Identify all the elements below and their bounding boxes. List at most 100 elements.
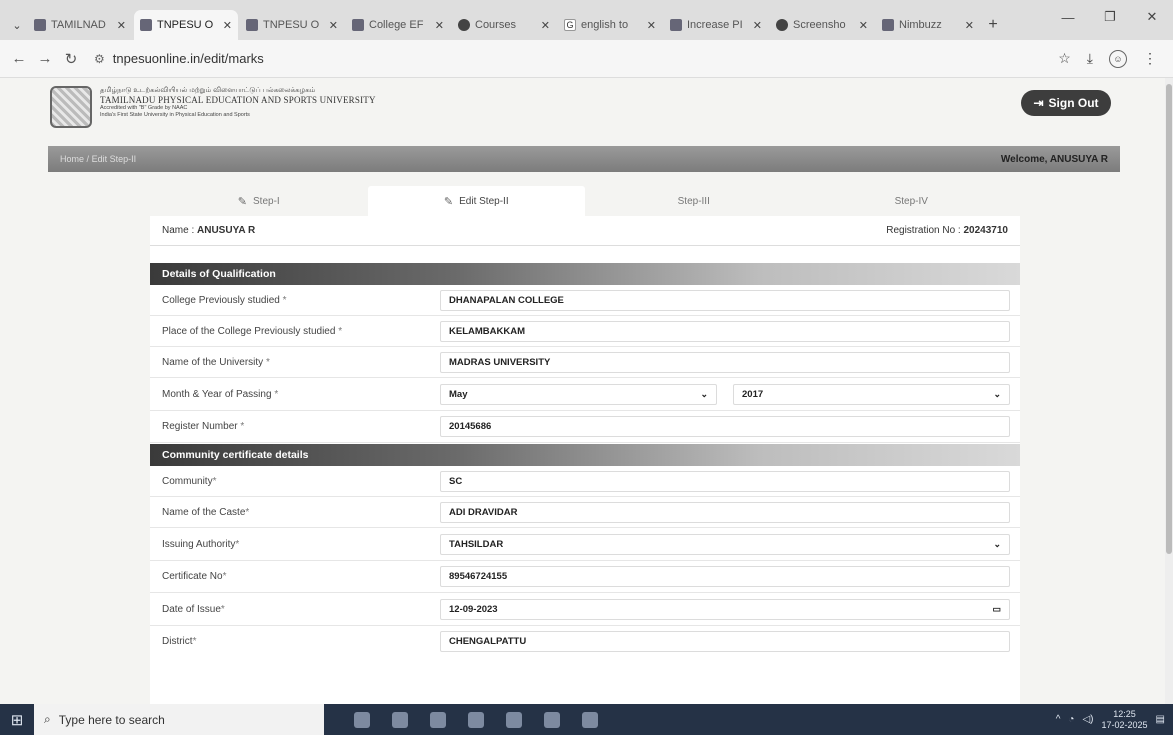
form-row: College Previously studied * DHANAPALAN … [150,285,1020,316]
university-logo [50,86,92,128]
issuing-authority-select[interactable]: TAHSILDAR ⌄ [440,533,1010,555]
address-bar[interactable]: ⚙ tnpesuonline.in/edit/marks [94,51,1058,66]
close-tab-icon[interactable]: ✕ [223,19,232,32]
new-tab-icon[interactable]: + [982,10,1004,40]
close-tab-icon[interactable]: ✕ [859,19,868,32]
page-scrollbar[interactable] [1165,78,1173,704]
certificate-no-input[interactable]: 89546724155 [440,566,1010,587]
passing-label: Month & Year of Passing [162,388,272,400]
network-icon[interactable]: ◔ [1068,714,1074,725]
breadcrumb: Home / Edit Step-II Welcome, ANUSUYA R [48,146,1120,172]
calendar-icon[interactable]: ▭ [992,604,1001,615]
step-tabs: ✎ Step-I ✎ Edit Step-II Step-III Step-IV [150,186,1020,216]
form-row: Register Number * 20145686 [150,411,1020,443]
browser-tab[interactable]: Courses ✕ [452,10,556,40]
date-of-issue-input[interactable]: 12-09-2023 ▭ [440,598,1010,620]
browser-tab[interactable]: TNPESU O ✕ [240,10,344,40]
volume-icon[interactable]: ◁) [1082,714,1093,725]
community-input[interactable]: SC [440,470,1010,492]
close-tab-icon[interactable]: ✕ [329,19,338,32]
browser-menu-icon[interactable]: ⋮ [1143,50,1157,68]
month-select[interactable]: May ⌄ [440,383,717,405]
tray-chevron-icon[interactable]: ^ [1056,714,1061,725]
close-tab-icon[interactable]: ✕ [541,19,550,32]
close-tab-icon[interactable]: ✕ [965,19,974,32]
tab-step-1[interactable]: ✎ Step-I [150,186,368,216]
browser-tab[interactable]: Genglish to ✕ [558,10,662,40]
close-tab-icon[interactable]: ✕ [647,19,656,32]
browser-toolbar: ← → ↻ ⚙ tnpesuonline.in/edit/marks ☆ ⤓ ☺… [0,40,1173,78]
tab-search-icon[interactable]: ⌄ [6,10,28,40]
system-tray: ^ ◔ ◁) 12:25 17-02-2025 ▤ [1056,704,1165,735]
breadcrumb-current: Edit Step-II [91,154,137,164]
excel-icon[interactable] [506,711,522,728]
edge-browser-icon[interactable] [354,711,370,728]
close-tab-icon[interactable]: ✕ [435,19,444,32]
browser-tab[interactable]: Screensho ✕ [770,10,874,40]
caste-input[interactable]: ADI DRAVIDAR [440,501,1010,523]
form-row: Certificate No* 89546724155 [150,561,1020,593]
sign-out-button[interactable]: ⇥ Sign Out [1021,90,1111,116]
minimize-icon[interactable]: — [1047,0,1089,34]
certificate-no-label: Certificate No [162,571,223,582]
site-favicon-icon [246,19,258,31]
community-section-title: Community certificate details [150,444,1020,466]
scrollbar-thumb[interactable] [1166,84,1172,554]
close-tab-icon[interactable]: ✕ [753,19,762,32]
reload-icon[interactable]: ↻ [58,50,84,68]
bookmark-star-icon[interactable]: ☆ [1058,50,1071,68]
site-favicon-icon [352,19,364,31]
close-window-icon[interactable]: ✕ [1131,0,1173,34]
issuing-authority-label: Issuing Authority [162,538,236,550]
date-of-issue-label: Date of Issue [162,603,221,615]
site-info-icon[interactable]: ⚙ [94,52,105,66]
screen: ⌄ TAMILNAD ✕ TNPESU O ✕ TNPESU O ✕ College … [0,0,1173,735]
file-explorer-icon[interactable] [392,711,408,728]
district-input[interactable]: CHENGALPATTU [440,631,1010,652]
download-icon[interactable]: ⤓ [1087,50,1093,68]
taskbar-apps [354,711,598,728]
tab-step-3[interactable]: Step-III [585,186,803,216]
breadcrumb-home-link[interactable]: Home [60,154,84,164]
college-input[interactable]: DHANAPALAN COLLEGE [440,289,1010,311]
year-select[interactable]: 2017 ⌄ [733,383,1010,405]
windows-start-icon[interactable]: ⊞ [0,704,34,735]
site-favicon-icon [882,19,894,31]
app-icon[interactable] [430,711,446,728]
university-name: TAMILNADU PHYSICAL EDUCATION AND SPORTS … [100,95,376,106]
chrome-icon[interactable] [468,711,484,728]
taskbar-search-box[interactable]: ⌕ Type here to search [34,704,324,735]
restore-icon[interactable]: ❐ [1089,0,1131,34]
form-row: Month & Year of Passing * May ⌄ 2017 ⌄ [150,378,1020,411]
word-icon[interactable] [582,711,598,728]
app-icon[interactable] [544,711,560,728]
site-favicon-icon [34,19,46,31]
tab-edit-step-2[interactable]: ✎ Edit Step-II [367,186,585,216]
forward-icon[interactable]: → [32,50,58,67]
notifications-icon[interactable]: ▤ [1156,714,1165,725]
caste-label: Name of the Caste [162,506,246,518]
back-icon[interactable]: ← [6,50,32,67]
university-label: Name of the University [162,356,264,368]
register-number-label: Register Number [162,421,238,432]
tab-step-4[interactable]: Step-IV [803,186,1021,216]
form-row: Community* SC [150,466,1020,497]
site-favicon-icon [458,19,470,31]
browser-tab[interactable]: Increase PI ✕ [664,10,768,40]
taskbar-clock[interactable]: 12:25 17-02-2025 [1102,709,1148,731]
college-place-input[interactable]: KELAMBAKKAM [440,320,1010,342]
profile-icon[interactable]: ☺ [1109,49,1127,68]
district-label: District [162,636,193,647]
place-label: Place of the College Previously studied [162,325,336,337]
browser-tab[interactable]: Nimbuzz ✕ [876,10,980,40]
close-tab-icon[interactable]: ✕ [117,19,126,32]
browser-tab-active[interactable]: TNPESU O ✕ [134,10,238,40]
browser-tab[interactable]: College EF ✕ [346,10,450,40]
form-row: Name of the Caste* ADI DRAVIDAR [150,497,1020,528]
browser-tab[interactable]: TAMILNAD ✕ [28,10,132,40]
edit-icon: ✎ [237,195,248,208]
university-input[interactable]: MADRAS UNIVERSITY [440,351,1010,373]
applicant-header: Name : ANUSUYA R Registration No : 20243… [150,216,1020,246]
sign-out-icon: ⇥ [1033,96,1044,110]
register-number-input[interactable]: 20145686 [440,416,1010,437]
